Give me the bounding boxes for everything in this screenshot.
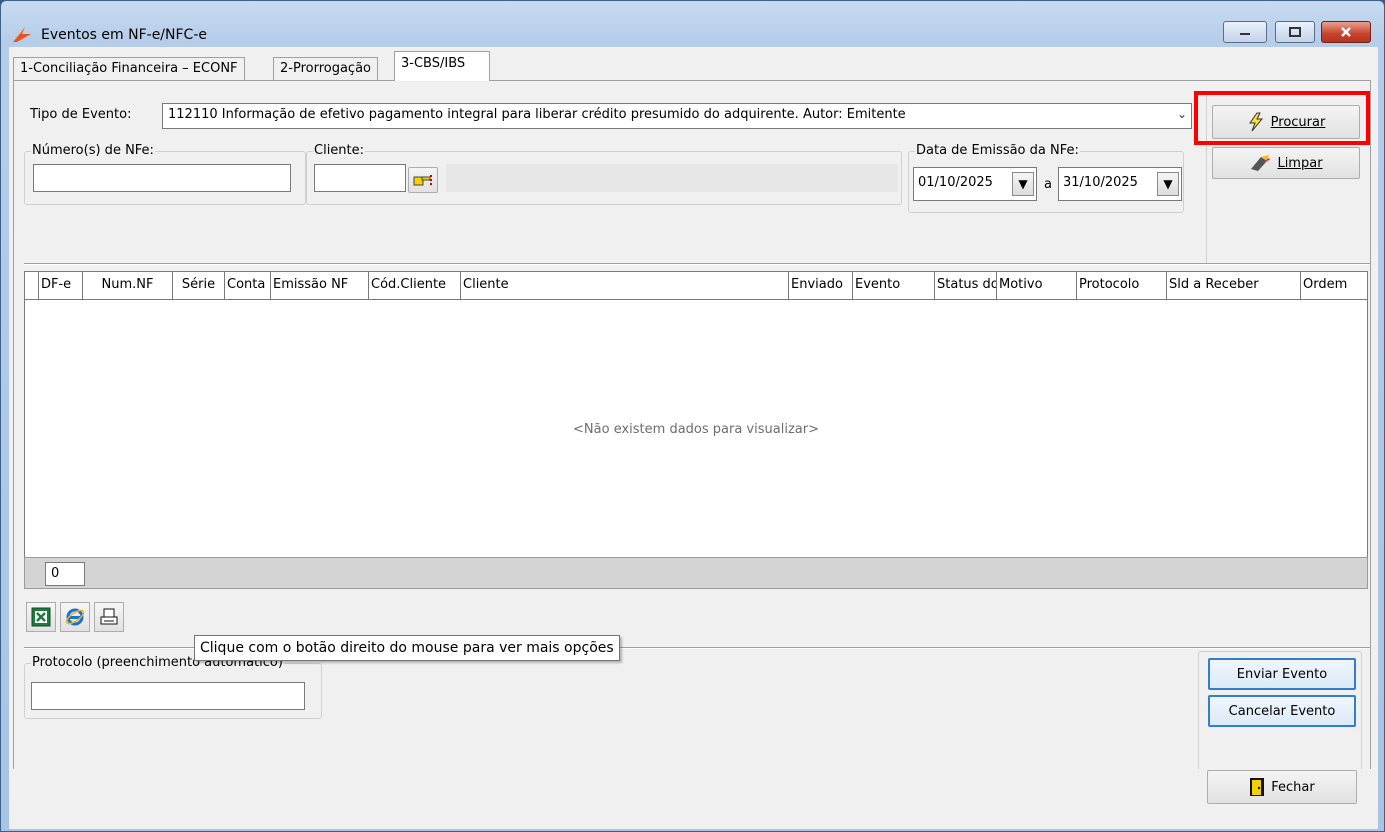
tab-conciliacao[interactable]: 1-Conciliação Financeira – ECONF — [13, 57, 245, 81]
grid-indicator-column — [25, 272, 39, 299]
column-ordem[interactable]: Ordem — [1301, 272, 1367, 299]
row-count: 0 — [45, 562, 85, 586]
client-area: 1-Conciliação Financeira – ECONF 2-Prorr… — [9, 47, 1378, 829]
column-cliente[interactable]: Cliente — [461, 272, 789, 299]
open-browser-button[interactable] — [60, 602, 90, 632]
printer-icon — [100, 608, 118, 625]
eraser-icon — [1251, 155, 1271, 171]
app-window: Eventos em NF-e/NFC-e 1-Conciliação Fina… — [0, 0, 1385, 832]
internet-explorer-icon — [65, 608, 85, 626]
cliente-name-display — [446, 164, 898, 192]
numero-nfe-label: Número(s) de NFe: — [31, 143, 155, 158]
data-to-picker[interactable]: 31/10/2025 ▼ — [1058, 167, 1182, 201]
limpar-button[interactable]: Limpar — [1212, 147, 1360, 179]
cliente-lookup-button[interactable] — [408, 167, 438, 193]
grid-header: DF-e Num.NF Série Conta Emissão NF Cód.C… — [25, 272, 1367, 300]
eventos-grid[interactable]: DF-e Num.NF Série Conta Emissão NF Cód.C… — [24, 271, 1368, 588]
tipo-evento-value: 112110 Informação de efetivo pagamento i… — [168, 107, 906, 122]
data-to-value: 31/10/2025 — [1063, 175, 1138, 190]
data-emissao-label: Data de Emissão da NFe: — [915, 143, 1080, 158]
fechar-button[interactable]: Fechar — [1207, 770, 1357, 804]
column-enviado[interactable]: Enviado — [789, 272, 853, 299]
chevron-down-icon[interactable]: ▼ — [1157, 172, 1179, 196]
column-dfe[interactable]: DF-e — [39, 272, 83, 299]
maximize-button[interactable] — [1275, 21, 1315, 43]
export-excel-button[interactable] — [26, 602, 56, 632]
column-num-nf[interactable]: Num.NF — [83, 272, 173, 299]
limpar-label: Limpar — [1277, 155, 1323, 171]
tab-cbs-ibs[interactable]: 3-CBS/IBS — [394, 51, 490, 81]
context-tooltip: Clique com o botão direito do mouse para… — [194, 635, 620, 661]
numero-nfe-input[interactable] — [33, 164, 291, 192]
empty-grid-message: <Não existem dados para visualizar> — [573, 422, 819, 437]
column-cod-cliente[interactable]: Cód.Cliente — [369, 272, 461, 299]
pointing-hand-icon — [413, 175, 432, 186]
chevron-down-icon: ⌄ — [1176, 107, 1187, 121]
chevron-down-icon[interactable]: ▼ — [1012, 172, 1034, 196]
highlight-box — [1194, 91, 1370, 145]
column-sld-a-receber[interactable]: Sld a Receber — [1167, 272, 1301, 299]
maximize-icon — [1289, 27, 1301, 37]
grid-footer: 0 — [24, 557, 1368, 589]
column-motivo[interactable]: Motivo — [997, 272, 1077, 299]
app-logo-icon — [13, 27, 31, 42]
close-button[interactable] — [1321, 21, 1371, 43]
column-emissao-nf[interactable]: Emissão NF — [271, 272, 369, 299]
divider — [24, 263, 1370, 265]
cancelar-evento-button[interactable]: Cancelar Evento — [1208, 695, 1356, 727]
protocolo-input[interactable] — [31, 682, 305, 710]
close-icon — [1341, 27, 1351, 37]
title-bar[interactable]: Eventos em NF-e/NFC-e — [1, 1, 1384, 45]
door-exit-icon — [1250, 778, 1265, 796]
column-serie[interactable]: Série — [173, 272, 225, 299]
print-button[interactable] — [94, 602, 124, 632]
fechar-label: Fechar — [1271, 779, 1315, 795]
tipo-evento-label: Tipo de Evento: — [30, 107, 132, 122]
minimize-button[interactable] — [1223, 21, 1267, 43]
column-status[interactable]: Status do — [935, 272, 997, 299]
tab-prorrogacao[interactable]: 2-Prorrogação — [273, 57, 378, 81]
enviar-evento-button[interactable]: Enviar Evento — [1208, 658, 1356, 690]
tab-strip: 1-Conciliação Financeira – ECONF 2-Prorr… — [9, 47, 1378, 81]
bottom-bar: Fechar — [9, 769, 1378, 829]
column-protocolo[interactable]: Protocolo — [1077, 272, 1167, 299]
data-from-picker[interactable]: 01/10/2025 ▼ — [913, 167, 1037, 201]
minimize-icon — [1240, 33, 1250, 35]
cliente-label: Cliente: — [313, 143, 366, 158]
data-from-value: 01/10/2025 — [918, 175, 993, 190]
cliente-code-input[interactable] — [314, 164, 406, 192]
tab-page-cbs-ibs: Tipo de Evento: 112110 Informação de efe… — [13, 80, 1371, 798]
window-title: Eventos em NF-e/NFC-e — [41, 27, 207, 43]
column-conta[interactable]: Conta — [225, 272, 271, 299]
column-evento[interactable]: Evento — [853, 272, 935, 299]
tipo-evento-select[interactable]: 112110 Informação de efetivo pagamento i… — [162, 103, 1192, 129]
data-separator: a — [1044, 177, 1052, 192]
excel-icon — [31, 607, 51, 627]
